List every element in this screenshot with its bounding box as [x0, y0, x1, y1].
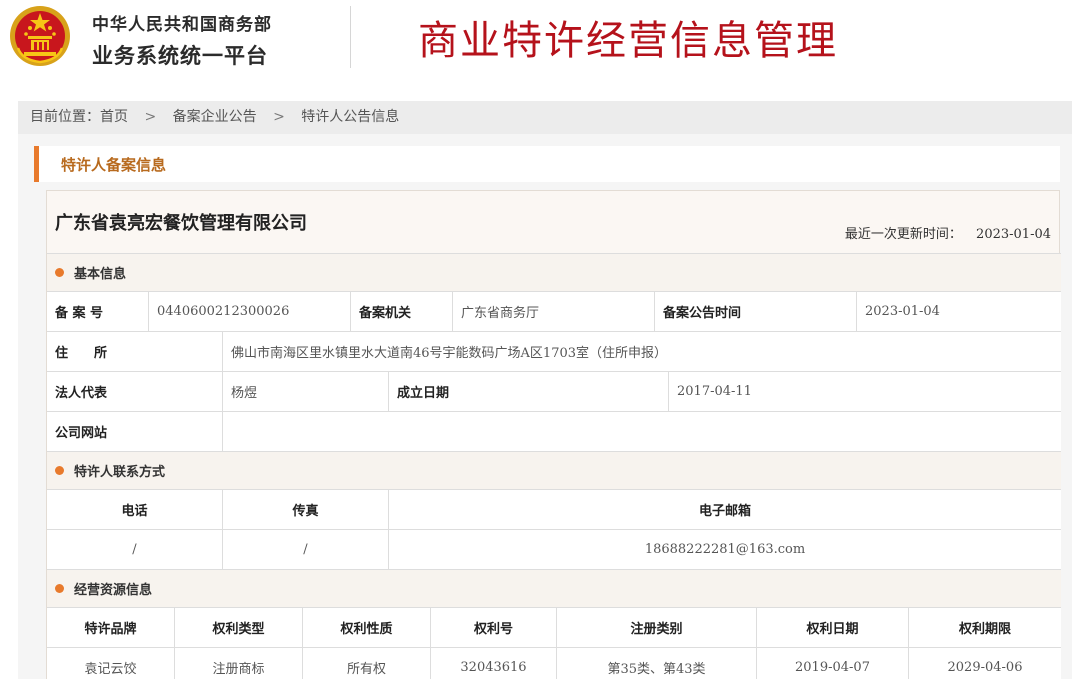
contact-col-fax: 传真 [223, 490, 389, 529]
section-header: 特许人备案信息 [34, 146, 1060, 182]
cell-right-type: 注册商标 [175, 648, 303, 679]
address-row: 住 所 佛山市南海区里水镇里水大道南46号宇能数码广场A区1703室（住所申报） [47, 331, 1061, 371]
franchisor-card: 广东省袁亮宏餐饮管理有限公司 最近一次更新时间： 2023-01-04 基本信息… [46, 190, 1061, 679]
page-header: 中华人民共和国商务部 业务系统统一平台 商业特许经营信息管理 [0, 0, 1080, 96]
contact-header: 特许人联系方式 [47, 451, 1061, 489]
contact-fax: / [223, 530, 389, 569]
contact-phone: / [47, 530, 223, 569]
platform-name: 业务系统统一平台 [92, 44, 268, 68]
founded-value: 2017-04-11 [677, 384, 752, 399]
main-panel: 特许人备案信息 广东省袁亮宏餐饮管理有限公司 最近一次更新时间： 2023-01… [18, 134, 1072, 679]
contact-value-row: / / 18688222281@163.com [47, 529, 1061, 569]
breadcrumb: 目前位置：首页 > 备案企业公告 > 特许人公告信息 [18, 101, 1072, 134]
record-row: 备 案 号 0440600212300026 备案机关 广东省商务厅 备案公告时… [47, 291, 1061, 331]
col-brand: 特许品牌 [47, 608, 175, 647]
contact-title: 特许人联系方式 [74, 465, 166, 480]
address-value: 佛山市南海区里水镇里水大道南46号宇能数码广场A区1703室（住所申报） [231, 346, 668, 361]
announce-time-value: 2023-01-04 [865, 304, 940, 319]
contact-header-row: 电话 传真 电子邮箱 [47, 489, 1061, 529]
bullet-dot-icon [55, 268, 64, 277]
contact-email[interactable]: 18688222281@163.com [389, 530, 1061, 569]
record-no-label: 备 案 号 [47, 292, 149, 331]
authority-label: 备案机关 [351, 292, 453, 331]
company-name: 广东省袁亮宏餐饮管理有限公司 [55, 213, 307, 234]
legal-rep-label: 法人代表 [47, 372, 223, 411]
header-divider [350, 6, 351, 68]
announce-time-label: 备案公告时间 [655, 292, 857, 331]
cell-brand: 袁记云饺 [47, 648, 175, 679]
authority-value: 广东省商务厅 [453, 292, 655, 331]
resources-header-row: 特许品牌 权利类型 权利性质 权利号 注册类别 权利日期 权利期限 [47, 607, 1061, 647]
last-update: 最近一次更新时间： 2023-01-04 [845, 223, 1051, 242]
col-right-no: 权利号 [431, 608, 557, 647]
col-right-term: 权利期限 [958, 622, 1011, 637]
founded-label: 成立日期 [389, 372, 669, 411]
chevron-right-icon: > [144, 109, 157, 125]
contact-col-phone: 电话 [47, 490, 223, 529]
resources-title: 经营资源信息 [74, 583, 153, 598]
website-value[interactable] [223, 412, 1061, 451]
cell-right-no: 32043616 [431, 648, 557, 679]
record-no-value: 0440600212300026 [149, 292, 351, 331]
national-emblem-icon [10, 6, 70, 66]
website-label: 公司网站 [47, 412, 223, 451]
cell-right-date: 2019-04-07 [757, 648, 909, 679]
col-right-date: 权利日期 [757, 608, 909, 647]
last-update-value: 2023-01-04 [976, 227, 1051, 242]
legal-rep-row: 法人代表 杨煜 成立日期 2017-04-11 [47, 371, 1061, 411]
banner-title: 商业特许经营信息管理 [418, 18, 838, 64]
section-title: 特许人备案信息 [61, 156, 167, 174]
last-update-label: 最近一次更新时间： [844, 227, 962, 242]
col-right-type: 权利类型 [175, 608, 303, 647]
bullet-dot-icon [55, 466, 64, 475]
legal-rep-value: 杨煜 [223, 372, 389, 411]
col-right-nature: 权利性质 [303, 608, 431, 647]
bullet-dot-icon [55, 584, 64, 593]
basic-info-title: 基本信息 [74, 267, 127, 282]
chevron-right-icon: > [273, 109, 285, 125]
breadcrumb-home[interactable]: 目前位置：首页 [30, 101, 128, 134]
cell-right-nature: 所有权 [303, 648, 431, 679]
cell-reg-class: 第35类、第43类 [557, 648, 757, 679]
contact-col-email: 电子邮箱 [698, 504, 751, 519]
resources-header: 经营资源信息 [47, 569, 1061, 607]
org-name: 中华人民共和国商务部 [92, 15, 272, 35]
basic-info-header: 基本信息 [47, 253, 1061, 291]
cell-right-term: 2029-04-06 [947, 660, 1023, 675]
address-label: 住 所 [47, 332, 223, 371]
website-row: 公司网站 [47, 411, 1061, 451]
col-reg-class: 注册类别 [557, 608, 757, 647]
breadcrumb-item-announcements[interactable]: 备案企业公告 [173, 101, 257, 134]
breadcrumb-item-current: 特许人公告信息 [301, 109, 400, 125]
table-row: 袁记云饺 注册商标 所有权 32043616 第35类、第43类 2019-04… [47, 647, 1061, 679]
